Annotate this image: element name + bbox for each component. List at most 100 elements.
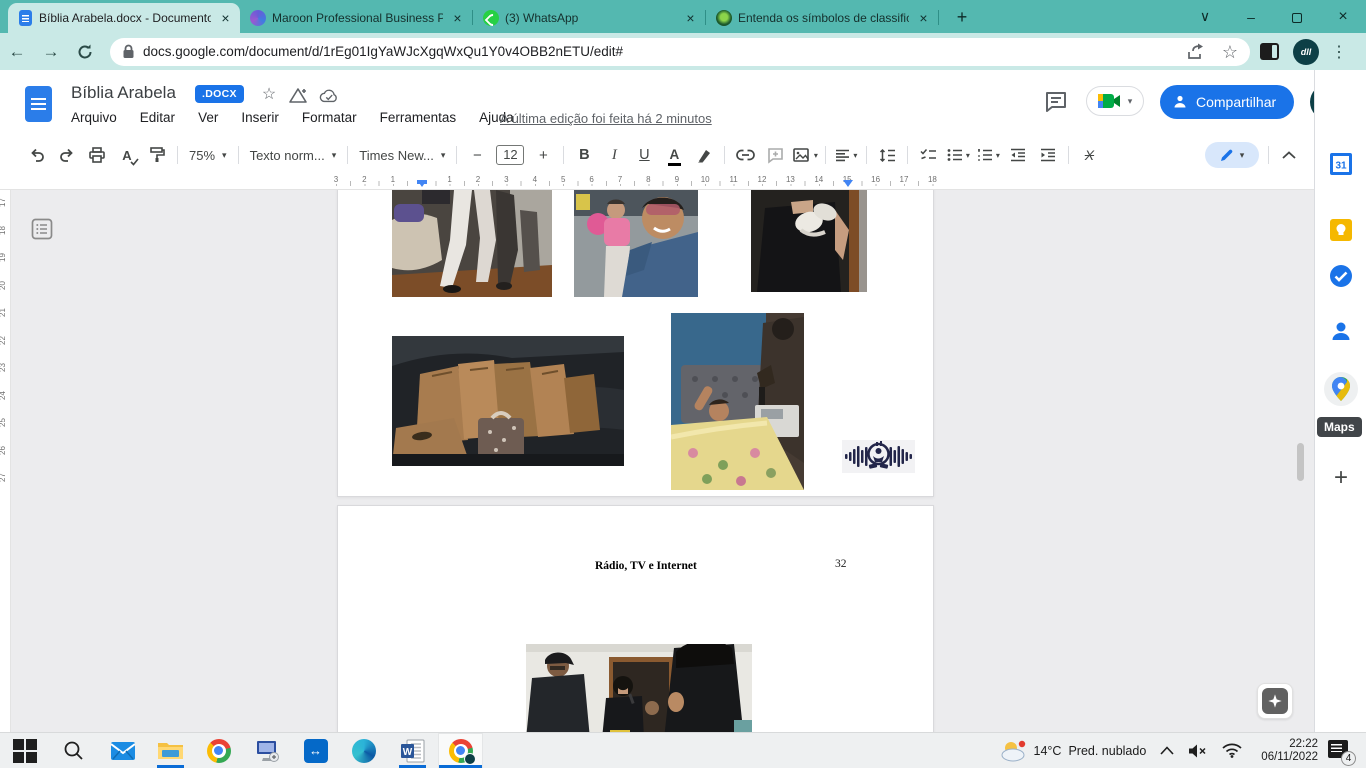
window-close-button[interactable]: × bbox=[1320, 8, 1366, 26]
insert-link-button[interactable] bbox=[732, 142, 758, 168]
document-page-1[interactable] bbox=[337, 190, 934, 497]
taskbar-edge-button[interactable] bbox=[341, 733, 386, 768]
highlight-color-button[interactable] bbox=[691, 142, 717, 168]
bulleted-list-button[interactable]: ▾ bbox=[945, 142, 971, 168]
side-panel-icon[interactable] bbox=[1260, 43, 1279, 60]
move-folder-icon[interactable] bbox=[288, 86, 308, 106]
insert-image-button[interactable]: ▾ bbox=[792, 142, 818, 168]
decrease-font-button[interactable]: − bbox=[464, 142, 490, 168]
back-button[interactable]: ← bbox=[0, 42, 34, 62]
taskbar-remote-button[interactable] bbox=[245, 733, 290, 768]
taskbar-explorer-button[interactable] bbox=[148, 733, 193, 768]
paragraph-style-select[interactable]: Texto norm... ▾ bbox=[244, 148, 343, 163]
document-outline-button[interactable] bbox=[31, 218, 53, 240]
menu-inserir[interactable]: Inserir bbox=[241, 110, 279, 125]
weather-temp[interactable]: 14°C bbox=[1034, 744, 1062, 758]
tab-close-icon[interactable]: × bbox=[915, 10, 932, 27]
doc-image-paper-bags[interactable] bbox=[392, 336, 624, 466]
clock[interactable]: 22:22 06/11/2022 bbox=[1261, 738, 1318, 764]
tray-chevron-icon[interactable] bbox=[1160, 746, 1174, 755]
comment-history-icon[interactable] bbox=[1044, 90, 1068, 114]
document-scrollbar[interactable] bbox=[1297, 443, 1304, 481]
taskbar-teamviewer-button[interactable]: ↔ bbox=[293, 733, 338, 768]
explore-button[interactable] bbox=[1262, 688, 1288, 714]
address-bar[interactable]: docs.google.com/document/d/1rEg01IgYaWJc… bbox=[110, 37, 1250, 66]
start-button[interactable] bbox=[2, 733, 47, 768]
google-docs-logo[interactable] bbox=[25, 86, 52, 122]
indent-marker-right[interactable] bbox=[843, 180, 853, 187]
spellcheck-button[interactable]: A bbox=[114, 142, 140, 168]
browser-tab-simbolos[interactable]: Entenda os símbolos de classifica × bbox=[706, 3, 938, 33]
document-canvas[interactable]: 17 18 19 20 21 22 23 24 25 26 27 Rádio, … bbox=[0, 190, 1314, 732]
increase-indent-button[interactable] bbox=[1035, 142, 1061, 168]
keep-icon[interactable] bbox=[1329, 218, 1353, 242]
new-tab-button[interactable]: + bbox=[949, 7, 975, 28]
align-button[interactable]: ▾ bbox=[833, 142, 859, 168]
calendar-icon[interactable]: 31 bbox=[1329, 152, 1353, 176]
doc-image-selfie[interactable] bbox=[574, 190, 698, 297]
doc-image-radio-logo[interactable] bbox=[842, 440, 915, 473]
decrease-indent-button[interactable] bbox=[1005, 142, 1031, 168]
share-button[interactable]: Compartilhar bbox=[1160, 85, 1295, 119]
vertical-ruler[interactable]: 17 18 19 20 21 22 23 24 25 26 27 bbox=[0, 190, 11, 732]
reload-button[interactable] bbox=[76, 43, 94, 61]
bold-button[interactable]: B bbox=[571, 142, 597, 168]
doc-image-people-room[interactable] bbox=[392, 190, 552, 297]
menu-arquivo[interactable]: Arquivo bbox=[71, 110, 117, 125]
document-page-2[interactable]: Rádio, TV e Internet 32 bbox=[337, 505, 934, 732]
taskbar-search-button[interactable] bbox=[51, 733, 96, 768]
font-select[interactable]: Times New... ▾ bbox=[353, 148, 451, 163]
indent-marker-left[interactable] bbox=[417, 180, 427, 187]
increase-font-button[interactable]: + bbox=[530, 142, 556, 168]
bookmark-star-icon[interactable]: ☆ bbox=[1220, 42, 1240, 62]
meet-call-button[interactable]: ▾ bbox=[1086, 86, 1144, 116]
taskbar-chrome-profile-button[interactable] bbox=[438, 733, 483, 768]
weather-condition[interactable]: Pred. nublado bbox=[1068, 744, 1146, 758]
taskbar-word-button[interactable]: W bbox=[390, 733, 435, 768]
menu-formatar[interactable]: Formatar bbox=[302, 110, 357, 125]
tab-close-icon[interactable]: × bbox=[682, 10, 699, 27]
window-maximize-button[interactable] bbox=[1274, 9, 1320, 25]
tab-close-icon[interactable]: × bbox=[449, 10, 466, 27]
wifi-icon[interactable] bbox=[1222, 743, 1242, 758]
window-minimize-button[interactable]: – bbox=[1228, 9, 1274, 25]
add-comment-button[interactable] bbox=[762, 142, 788, 168]
checklist-button[interactable] bbox=[915, 142, 941, 168]
font-size-input[interactable]: 12 bbox=[496, 145, 525, 165]
star-document-icon[interactable]: ☆ bbox=[259, 84, 279, 104]
share-icon[interactable] bbox=[1186, 42, 1206, 62]
document-title[interactable]: Bíblia Arabela bbox=[71, 83, 176, 103]
menu-editar[interactable]: Editar bbox=[140, 110, 175, 125]
maps-icon-highlight[interactable] bbox=[1324, 372, 1358, 406]
line-spacing-button[interactable] bbox=[874, 142, 900, 168]
text-color-button[interactable]: A bbox=[661, 142, 687, 168]
tasks-icon[interactable] bbox=[1329, 264, 1353, 288]
volume-muted-icon[interactable] bbox=[1188, 743, 1208, 759]
browser-tab-docs[interactable]: Bíblia Arabela.docx - Documento × bbox=[8, 3, 240, 33]
doc-image-gloves[interactable] bbox=[751, 190, 867, 292]
browser-profile-avatar[interactable]: dll bbox=[1293, 38, 1319, 65]
editing-mode-button[interactable]: ▾ bbox=[1205, 142, 1259, 168]
hide-menus-button[interactable] bbox=[1276, 142, 1302, 168]
zoom-select[interactable]: 75% ▾ bbox=[183, 148, 233, 163]
taskbar-mail-button[interactable] bbox=[100, 733, 145, 768]
notification-center-button[interactable]: 4 bbox=[1328, 739, 1356, 766]
browser-tab-whatsapp[interactable]: (3) WhatsApp × bbox=[473, 3, 705, 33]
cloud-status-icon[interactable] bbox=[319, 86, 339, 106]
print-button[interactable] bbox=[84, 142, 110, 168]
numbered-list-button[interactable]: ▾ bbox=[975, 142, 1001, 168]
doc-image-bedside[interactable] bbox=[671, 313, 804, 490]
contacts-icon[interactable] bbox=[1329, 319, 1353, 343]
browser-menu-icon[interactable]: ⋮ bbox=[1331, 42, 1347, 62]
paint-format-button[interactable] bbox=[144, 142, 170, 168]
redo-button[interactable] bbox=[54, 142, 80, 168]
horizontal-ruler[interactable]: 3 2 1 1 2 3 4 5 6 7 8 9 10 11 12 13 14 15 16 17 18 bbox=[0, 172, 1314, 190]
menu-ver[interactable]: Ver bbox=[198, 110, 218, 125]
menu-ferramentas[interactable]: Ferramentas bbox=[380, 110, 457, 125]
taskbar-chrome-button[interactable] bbox=[196, 733, 241, 768]
browser-tab-maroon[interactable]: Maroon Professional Business Pa × bbox=[240, 3, 472, 33]
last-edit-link[interactable]: A última edição foi feita há 2 minutos bbox=[500, 111, 712, 126]
weather-icon[interactable] bbox=[999, 739, 1027, 763]
tab-close-icon[interactable]: × bbox=[217, 10, 234, 27]
doc-image-group-room[interactable] bbox=[526, 644, 752, 732]
